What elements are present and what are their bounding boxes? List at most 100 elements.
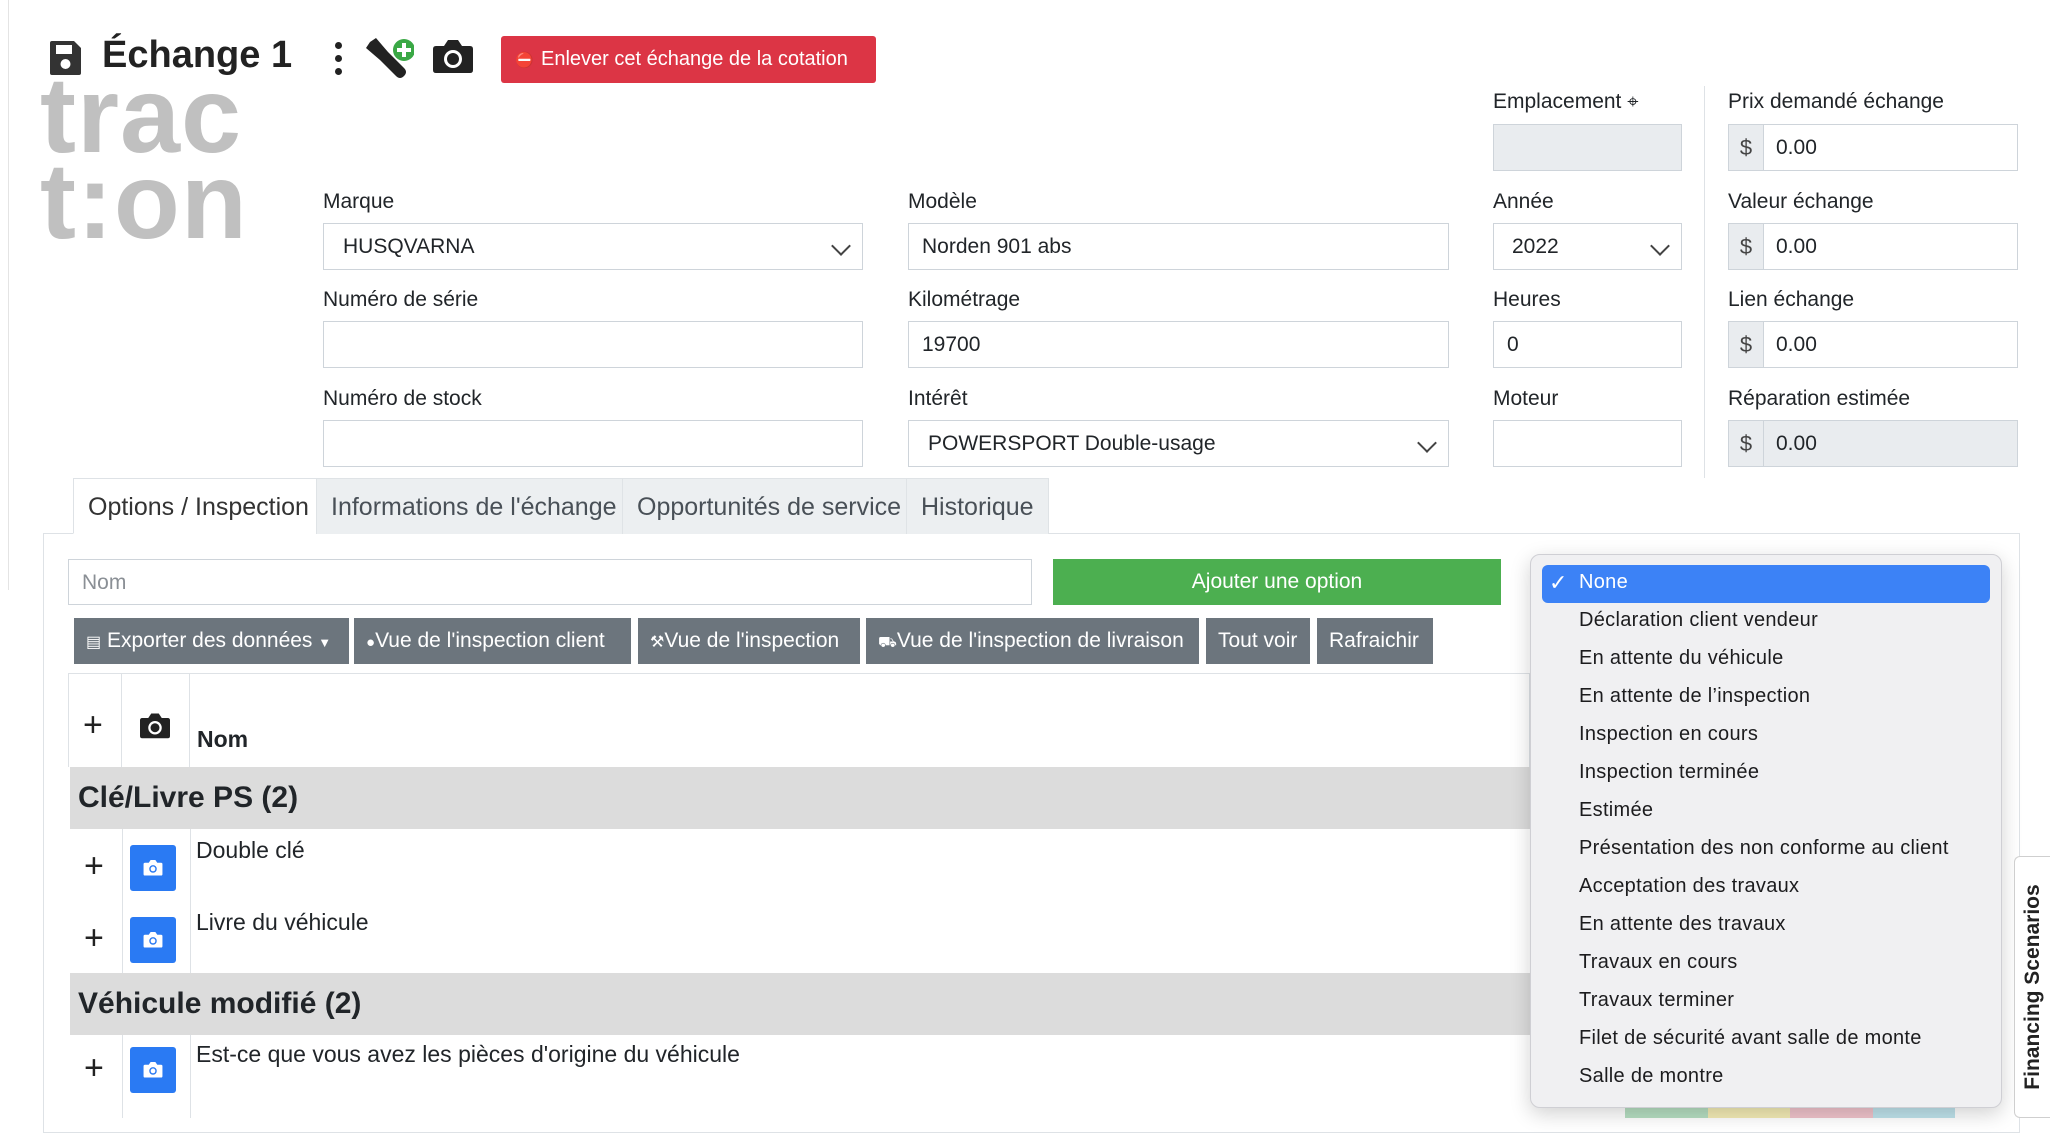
currency-addon: $ [1728,124,1764,171]
financing-scenarios-label: Financing Scenarios [2020,884,2044,1090]
tab-historique[interactable]: Historique [906,478,1049,534]
dropdown-option[interactable]: En attente de l’inspection [1579,685,1810,708]
currency-addon: $ [1728,420,1764,467]
annee-select[interactable]: 2022 [1493,223,1682,270]
location-target-icon[interactable]: ⌖ [1627,91,1638,113]
client-inspection-view-button[interactable]: ●Vue de l'inspection client [354,618,631,664]
emplacement-field [1493,124,1682,171]
dropdown-option[interactable]: Inspection en cours [1579,723,1758,746]
no-car-icon: ⛔ [515,52,534,69]
inspection-view-button[interactable]: ⚒Vue de l'inspection [638,618,860,664]
wrench-icon: ⚒ [650,634,665,651]
interet-label: Intérêt [908,387,968,410]
financing-scenarios-tab[interactable]: Financing Scenarios [2014,856,2050,1118]
delivery-view-label: Vue de l'inspection de livraison [896,629,1184,652]
modele-label: Modèle [908,190,977,213]
numero-stock-field[interactable] [323,420,863,467]
lien-echange-field[interactable]: $ 0.00 [1728,321,2018,368]
client-view-label: Vue de l'inspection client [375,629,605,652]
remove-button-label: Enlever cet échange de la cotation [541,48,848,70]
valeur-echange-label: Valeur échange [1728,190,1874,213]
prix-demande-field[interactable]: $ 0.00 [1728,124,2018,171]
export-data-button[interactable]: ▤ Exporter des données ▼ [74,618,349,664]
options-table-header: + Nom [68,673,1530,768]
status-dropdown-menu[interactable]: None Déclaration client vendeur En attente… [1530,554,2002,1108]
valeur-echange-field[interactable]: $ 0.00 [1728,223,2018,270]
dropdown-option[interactable]: Estimée [1579,799,1653,822]
heures-label: Heures [1493,288,1561,311]
logo-line2: t:on [40,140,248,261]
kilometrage-field[interactable]: 19700 [908,321,1449,368]
photo-button[interactable] [130,1047,176,1093]
dropdown-option[interactable]: En attente du véhicule [1579,647,1784,670]
dropdown-option[interactable]: Travaux en cours [1579,951,1738,974]
camera-icon[interactable] [432,38,474,79]
table-row: + Est-ce que vous avez les pièces d'orig… [70,1035,1530,1118]
reparation-estimee-value: 0.00 [1764,420,2018,467]
table-row: + Double clé [70,829,1530,902]
dropdown-option[interactable]: Déclaration client vendeur [1579,609,1818,632]
option-name-input[interactable]: Nom [68,559,1032,605]
add-tool-icon[interactable] [362,36,415,87]
export-label: Exporter des données [106,629,313,652]
add-icon[interactable]: + [84,919,104,958]
delivery-inspection-view-button[interactable]: ⛟Vue de l'inspection de livraison [866,618,1199,664]
page-border [8,0,9,590]
kebab-menu-icon[interactable] [334,42,342,76]
file-icon: ▤ [86,634,102,651]
dropdown-option[interactable]: Filet de sécurité avant salle de monte [1579,1027,1922,1050]
valeur-echange-value[interactable]: 0.00 [1764,223,2018,270]
chevron-down-icon [1650,236,1670,256]
heures-field[interactable]: 0 [1493,321,1682,368]
interet-select[interactable]: POWERSPORT Double-usage [908,420,1449,467]
kilometrage-label: Kilométrage [908,288,1021,311]
reparation-estimee-label: Réparation estimée [1728,387,1911,410]
traction-logo: trac t:on [40,61,248,261]
interet-value: POWERSPORT Double-usage [928,432,1216,455]
caret-down-icon: ▼ [318,635,332,650]
tab-options-inspection[interactable]: Options / Inspection [73,478,324,534]
refresh-button[interactable]: Rafraichir [1317,618,1433,664]
dropdown-option[interactable]: Travaux terminer [1579,989,1734,1012]
numero-stock-label: Numéro de stock [323,387,482,410]
remove-from-quote-button[interactable]: ⛔ Enlever cet échange de la cotation [501,36,876,83]
annee-value: 2022 [1512,235,1559,258]
currency-addon: $ [1728,321,1764,368]
add-all-icon[interactable]: + [83,706,103,745]
dropdown-option[interactable]: Salle de montre [1579,1065,1724,1088]
group-header: Clé/Livre PS (2) [70,767,1530,829]
add-icon[interactable]: + [84,847,104,886]
modele-field[interactable]: Norden 901 abs [908,223,1449,270]
photo-button[interactable] [130,917,176,963]
dropdown-option-selected[interactable]: None [1579,571,1628,594]
moteur-field[interactable] [1493,420,1682,467]
show-all-button[interactable]: Tout voir [1206,618,1310,664]
row-label: Double clé [196,837,305,863]
chevron-down-icon [831,236,851,256]
photo-button[interactable] [130,845,176,891]
lien-echange-value[interactable]: 0.00 [1764,321,2018,368]
tab-opportunites-service[interactable]: Opportunités de service [622,478,917,534]
annee-label: Année [1493,190,1554,213]
numero-serie-field[interactable] [323,321,863,368]
inspection-view-label: Vue de l'inspection [664,629,840,652]
dropdown-option[interactable]: En attente des travaux [1579,913,1786,936]
marque-select[interactable]: HUSQVARNA [323,223,863,270]
marque-label: Marque [323,190,395,213]
user-icon: ● [366,634,376,651]
row-label: Livre du véhicule [196,909,369,935]
truck-icon: ⛟ [878,634,897,651]
add-icon[interactable]: + [84,1049,104,1088]
dropdown-option[interactable]: Acceptation des travaux [1579,875,1799,898]
emplacement-label: Emplacement ⌖ [1493,90,1639,113]
dropdown-option[interactable]: Inspection terminée [1579,761,1759,784]
dropdown-option[interactable]: Présentation des non conforme au client [1579,837,1949,860]
row-label: Est-ce que vous avez les pièces d'origin… [196,1041,740,1067]
chevron-down-icon [1417,433,1437,453]
add-option-button[interactable]: Ajouter une option [1053,559,1501,605]
group-header: Véhicule modifié (2) [70,973,1530,1035]
table-row: + Livre du véhicule [70,901,1530,974]
prix-demande-value[interactable]: 0.00 [1764,124,2018,171]
moteur-label: Moteur [1493,387,1559,410]
tab-informations-echange[interactable]: Informations de l'échange [316,478,632,534]
